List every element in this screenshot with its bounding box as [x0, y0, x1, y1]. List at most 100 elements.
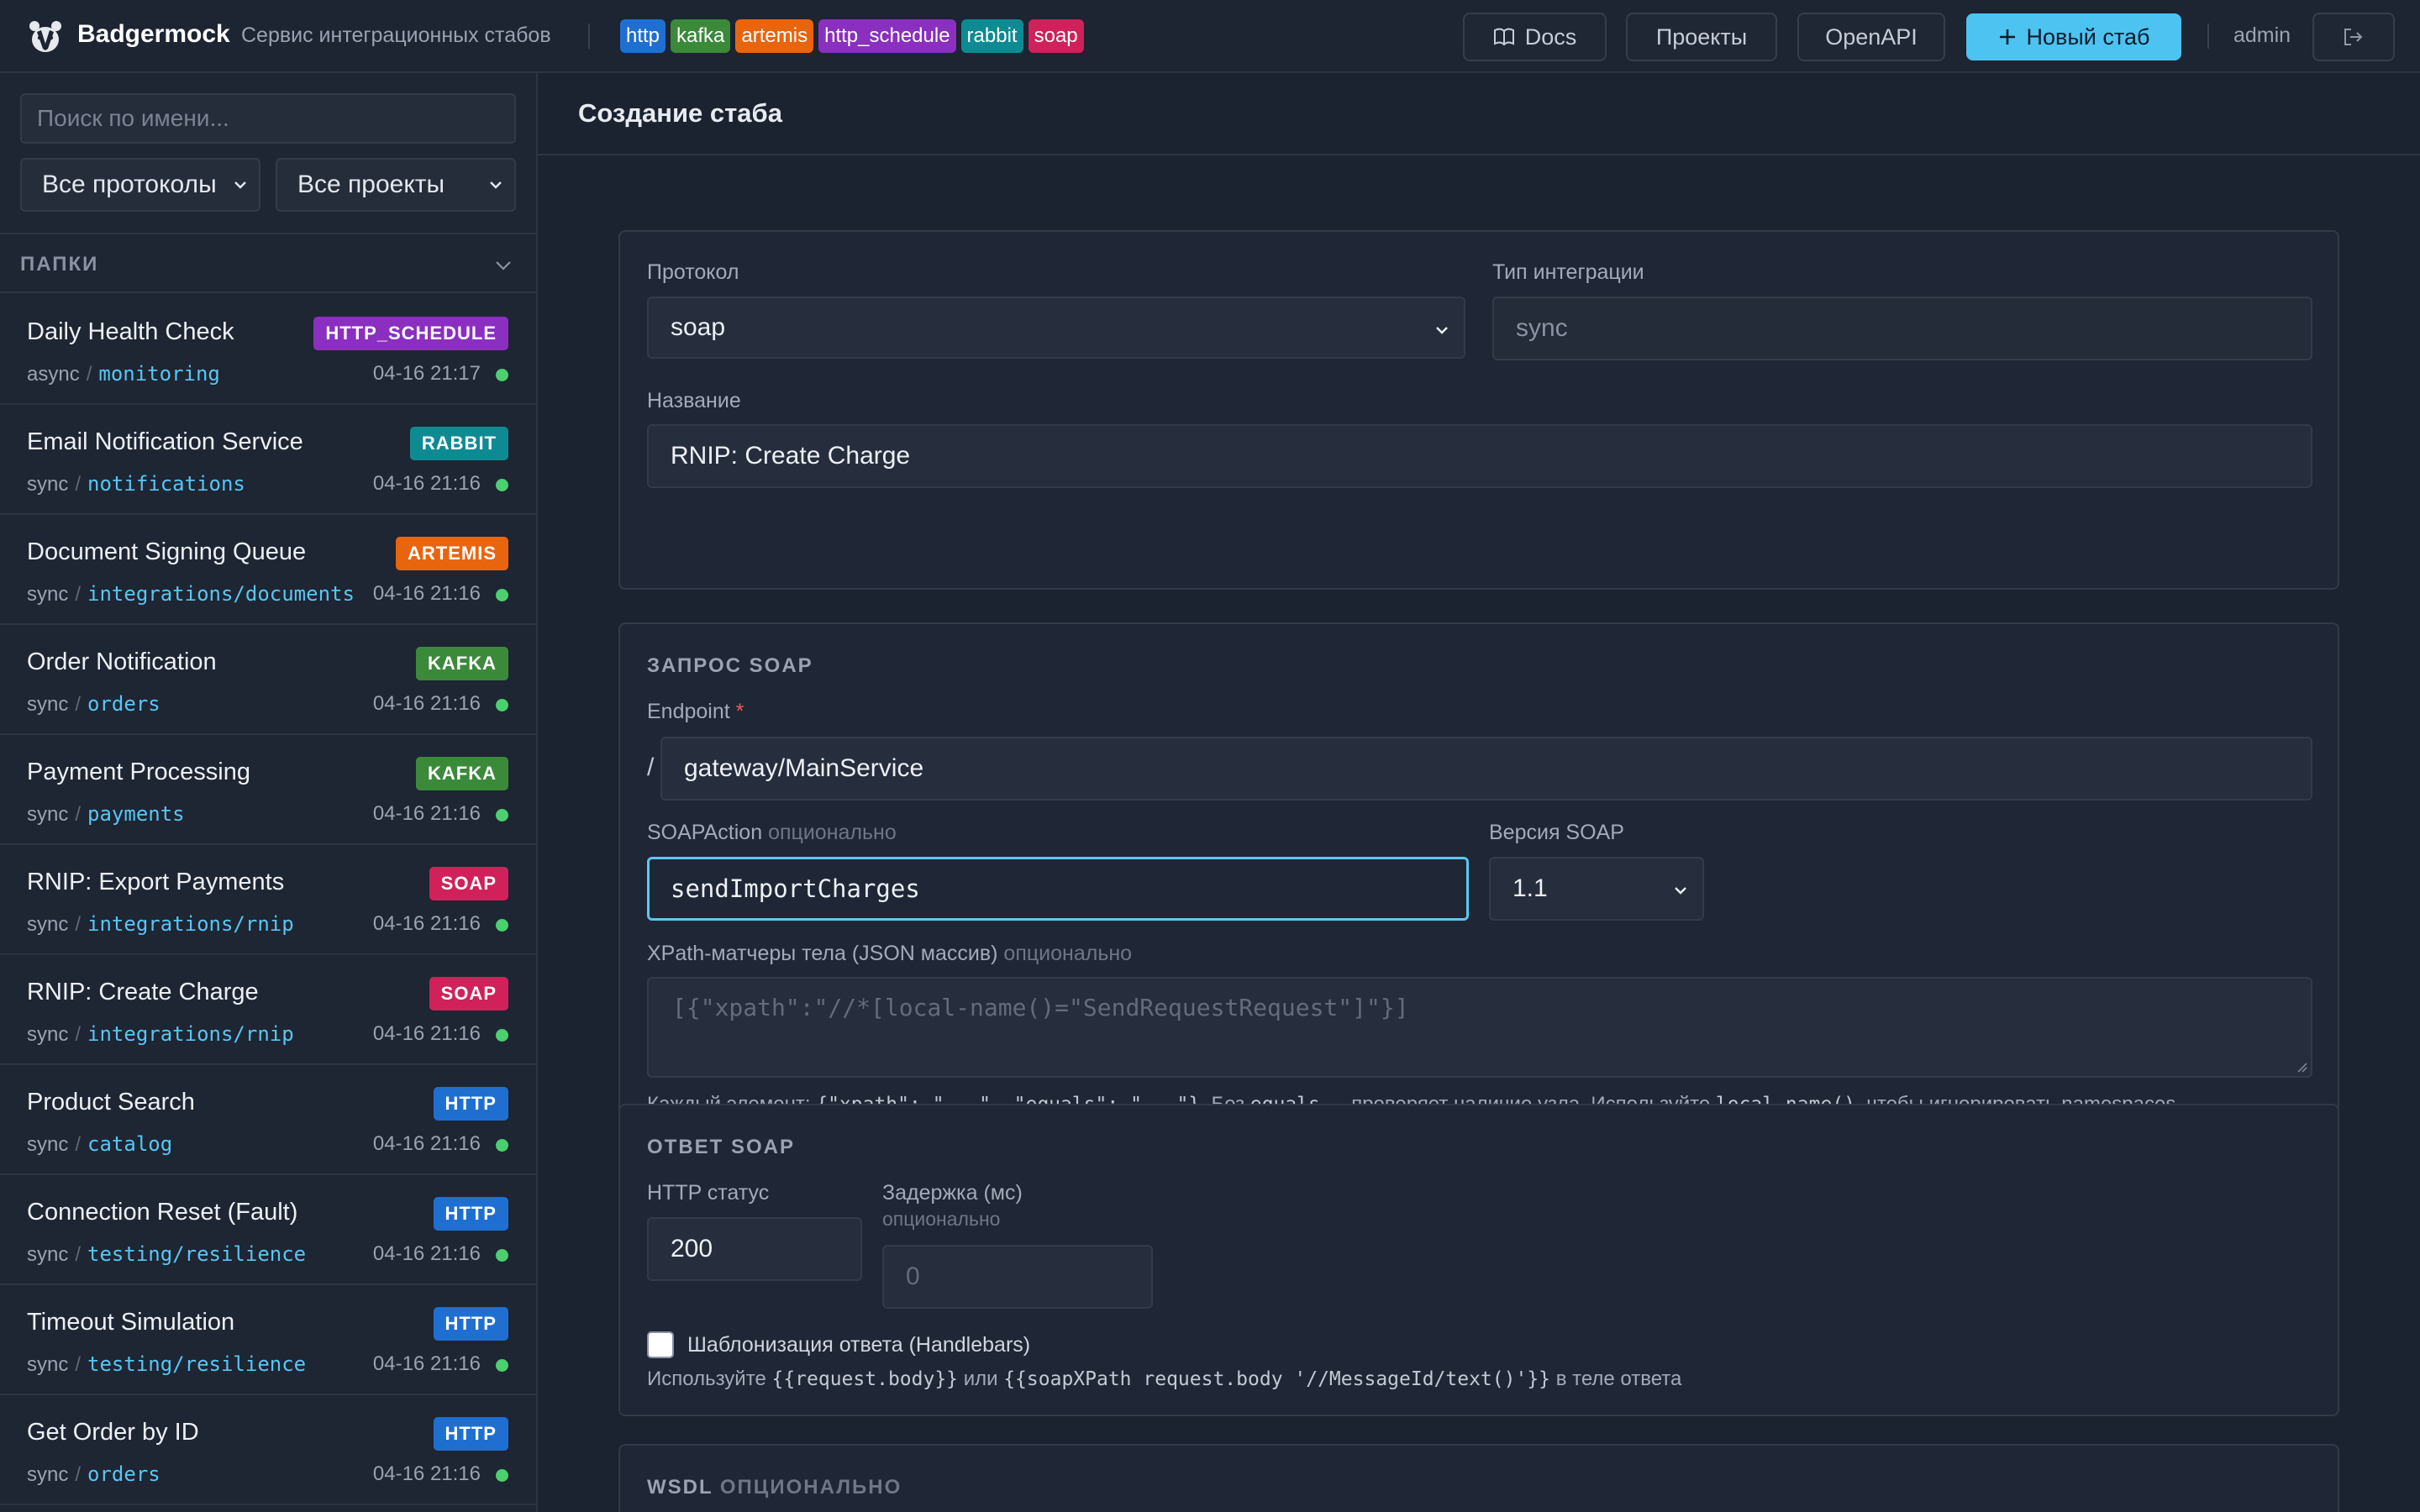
brand-name[interactable]: Badgermock: [77, 20, 230, 49]
delay-placeholder: 0: [906, 1263, 920, 1290]
stub-meta: sync / orders: [27, 692, 160, 717]
stub-name: Get Order by ID: [27, 1419, 199, 1446]
stub-list-item[interactable]: Get Order by ID HTTP sync / orders 04-16 21:1…: [0, 1395, 536, 1505]
templating-label[interactable]: Шаблонизация ответа (Handlebars): [687, 1333, 1030, 1357]
delay-optional: опционально: [882, 1208, 1001, 1230]
stub-name: Timeout Simulation: [27, 1309, 235, 1336]
protocol-tag-soap: soap: [1028, 19, 1084, 53]
openapi-button[interactable]: OpenAPI: [1797, 13, 1945, 61]
stub-folder-path: integrations/rnip: [87, 912, 294, 936]
stub-list-item[interactable]: RNIP: Create Charge SOAP sync / integrations…: [0, 955, 536, 1065]
http-status-input[interactable]: 200: [647, 1217, 862, 1281]
stub-list-item[interactable]: Document Signing Queue ARTEMIS sync / integr…: [0, 515, 536, 625]
header-divider: [2207, 24, 2209, 49]
stub-name: Product Search: [27, 1089, 195, 1116]
stub-meta-separator: /: [75, 693, 82, 716]
protocol-value: soap: [671, 313, 726, 341]
http-status-value: 200: [671, 1235, 713, 1263]
logout-button[interactable]: [2312, 13, 2395, 61]
soapaction-label: SOAPAction опционально: [647, 821, 897, 844]
stub-meta-separator: /: [75, 803, 82, 826]
stub-meta: sync / payments: [27, 802, 185, 827]
stub-folder-path: testing/resilience: [87, 1352, 307, 1376]
soap-request-title: ЗАПРОС SOAP: [647, 654, 813, 677]
protocol-filter-select[interactable]: Все протоколы: [20, 158, 260, 212]
stub-meta: sync / integrations/documents: [27, 582, 355, 606]
stub-status-dot: [496, 589, 508, 601]
stub-list-item[interactable]: RNIP: Export Payments SOAP sync / integratio…: [0, 845, 536, 955]
integration-type-field: sync: [1492, 297, 2312, 360]
templating-checkbox[interactable]: [647, 1331, 674, 1358]
xpath-textarea[interactable]: [{"xpath":"//*[local-name()="SendRequest…: [647, 977, 2312, 1078]
stub-protocol-badge: KAFKA: [416, 757, 508, 790]
stub-list-item[interactable]: Timeout Simulation HTTP sync / testing/resil…: [0, 1285, 536, 1395]
wsdl-title[interactable]: WSDL ОПЦИОНАЛЬНО: [647, 1476, 902, 1499]
protocol-legend: http kafka artemis http_schedule rabbit soap: [620, 19, 1084, 53]
stub-name: Email Notification Service: [27, 428, 303, 455]
delay-input[interactable]: 0: [882, 1245, 1153, 1309]
plus-icon: [1999, 29, 2015, 45]
stub-list-item[interactable]: Daily Health Check HTTP_SCHEDULE async / mon…: [0, 295, 536, 405]
stub-protocol-badge: KAFKA: [416, 647, 508, 680]
stub-updated-time: 04-16 21:16: [372, 1242, 481, 1265]
stub-updated-time: 04-16 21:16: [372, 1132, 481, 1155]
current-user: admin: [2233, 24, 2291, 47]
stub-list-item[interactable]: Product Search HTTP sync / catalog 04-16 21:1…: [0, 1065, 536, 1175]
badger-logo-icon[interactable]: [27, 18, 64, 55]
project-filter-select[interactable]: Все проекты: [276, 158, 516, 212]
stub-name: Daily Health Check: [27, 318, 234, 345]
protocol-filter-value: Все протоколы: [42, 171, 217, 198]
stub-status-dot: [496, 809, 508, 822]
stub-name: Payment Processing: [27, 759, 250, 785]
stub-status-dot: [496, 479, 508, 491]
soap-response-card: ОТВЕТ SOAP HTTP статус 200 Задержка (мс)…: [618, 1104, 2339, 1416]
folders-toggle[interactable]: ПАПКИ: [0, 233, 536, 293]
integration-type-value: sync: [1516, 314, 1568, 342]
book-icon: [1493, 28, 1514, 46]
soapaction-input[interactable]: sendImportCharges: [647, 857, 1469, 921]
resize-handle-icon[interactable]: [2296, 1061, 2307, 1073]
protocol-select[interactable]: soap: [647, 297, 1465, 359]
stub-meta-separator: /: [75, 473, 82, 496]
stub-protocol-badge: HTTP: [433, 1087, 508, 1121]
stub-folder-path: orders: [87, 1462, 160, 1486]
stub-list-item[interactable]: Order Notification KAFKA sync / orders 04-16 …: [0, 625, 536, 735]
stub-updated-time: 04-16 21:16: [372, 1022, 481, 1045]
stub-protocol-badge: HTTP: [433, 1197, 508, 1231]
endpoint-prefix: /: [647, 753, 655, 781]
stub-name: Connection Reset (Fault): [27, 1199, 298, 1226]
name-input[interactable]: RNIP: Create Charge: [647, 424, 2312, 488]
stub-meta-separator: /: [75, 1133, 82, 1156]
wsdl-card: WSDL ОПЦИОНАЛЬНО: [618, 1444, 2339, 1512]
logout-icon: [2344, 29, 2363, 45]
endpoint-label: Endpoint *: [647, 700, 744, 723]
projects-button[interactable]: Проекты: [1626, 13, 1777, 61]
endpoint-value: gateway/MainService: [684, 754, 924, 782]
stub-folder-path: integrations/rnip: [87, 1022, 294, 1046]
new-stub-button[interactable]: Новый стаб: [1966, 13, 2181, 60]
soap-version-select[interactable]: 1.1: [1489, 857, 1704, 921]
stub-list-item[interactable]: Connection Reset (Fault) HTTP sync / testing…: [0, 1175, 536, 1285]
stub-updated-time: 04-16 21:16: [372, 1462, 481, 1485]
stub-meta: sync / testing/resilience: [27, 1352, 306, 1377]
docs-button[interactable]: Docs: [1463, 13, 1607, 61]
templating-hint: Используйте {{request.body}} или {{soapX…: [647, 1368, 1682, 1390]
http-status-label: HTTP статус: [647, 1181, 770, 1205]
stub-status-dot: [496, 1029, 508, 1042]
stub-integration-type: async: [27, 363, 80, 386]
stub-integration-type: sync: [27, 1353, 69, 1376]
search-input[interactable]: [20, 93, 516, 144]
xpath-placeholder: [{"xpath":"//*[local-name()="SendRequest…: [672, 994, 1409, 1021]
stub-integration-type: sync: [27, 1243, 69, 1266]
stub-list-item[interactable]: Email Notification Service RABBIT sync / not…: [0, 405, 536, 515]
stub-status-dot: [496, 1139, 508, 1152]
delay-label: Задержка (мс): [882, 1181, 1023, 1205]
stub-updated-time: 04-16 21:16: [372, 912, 481, 935]
stub-folder-path: catalog: [87, 1132, 173, 1156]
stub-updated-time: 04-16 21:16: [372, 582, 481, 605]
stub-integration-type: sync: [27, 1133, 69, 1156]
endpoint-input[interactable]: gateway/MainService: [660, 737, 2312, 801]
soap-version-label: Версия SOAP: [1489, 821, 1624, 844]
stub-list-item[interactable]: Payment Processing KAFKA sync / payments 04-1…: [0, 735, 536, 845]
stub-status-dot: [496, 1249, 508, 1262]
